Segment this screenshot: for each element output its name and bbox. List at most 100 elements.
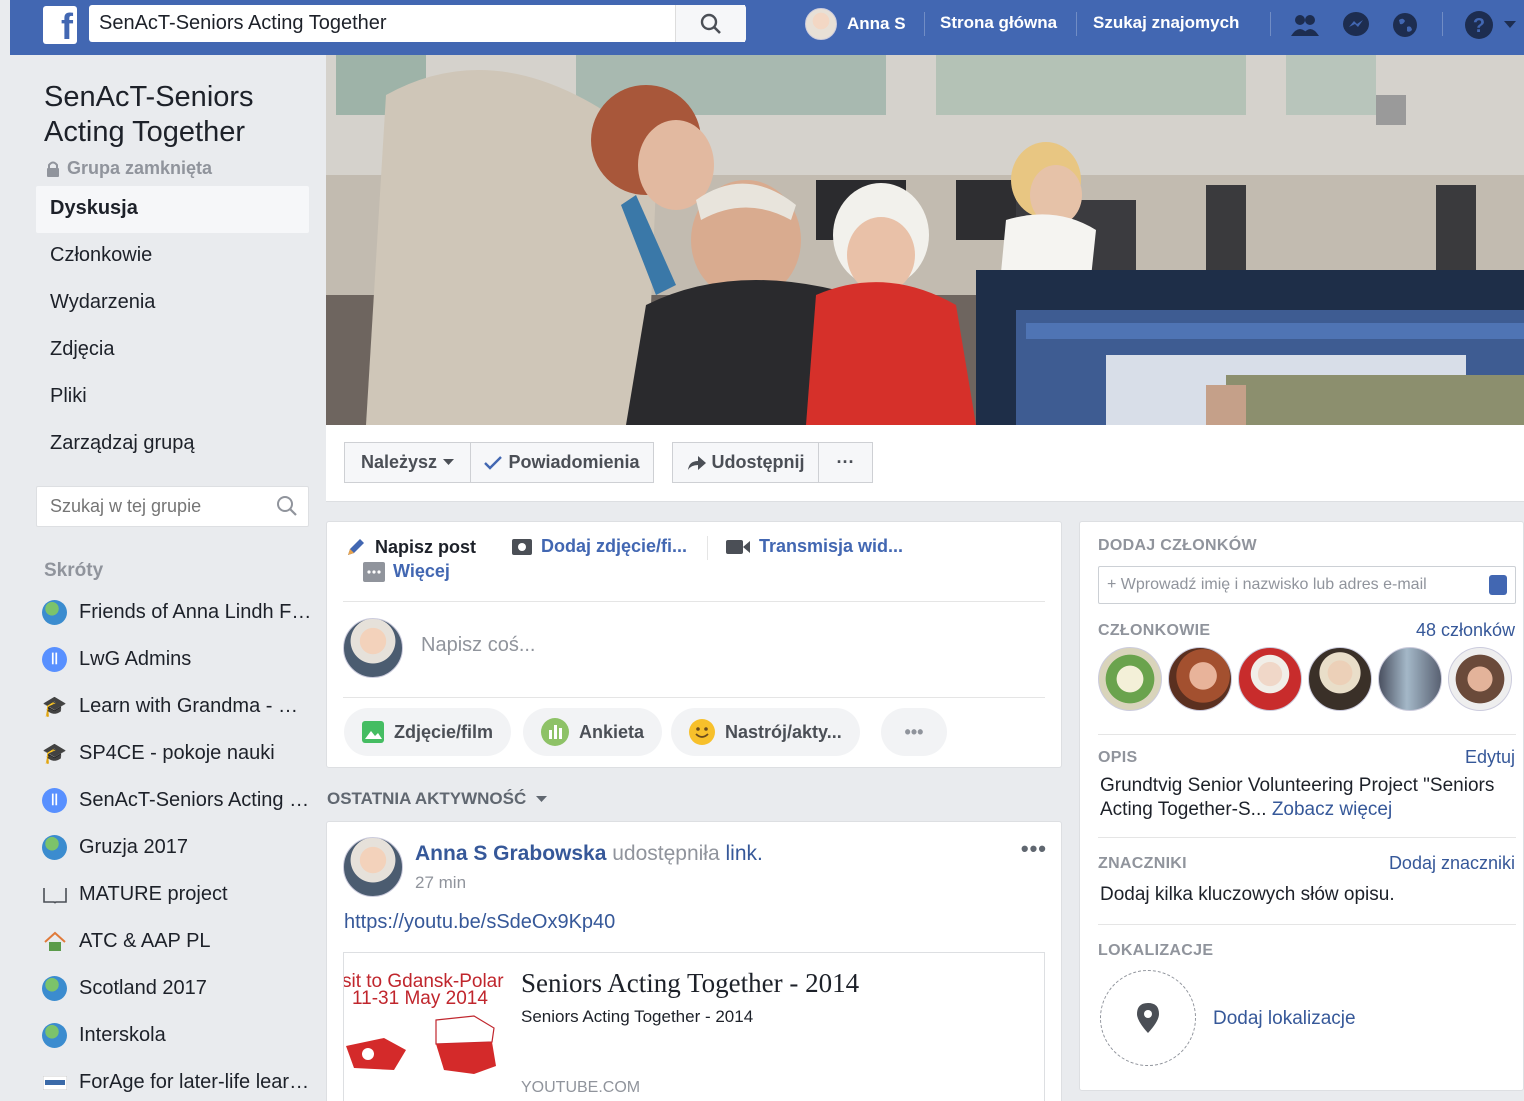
group-icon: ꟾꟾ [42,788,67,813]
member-avatars [1098,647,1512,711]
write-post-label: Napisz post [375,536,477,557]
avatar[interactable] [1098,647,1162,711]
user-name: Anna S [847,14,906,33]
graduation-cap-icon: 🎓 [42,743,67,765]
post-action: udostępniła [612,842,720,865]
photo-video-button[interactable]: Zdjęcie/film [344,708,512,756]
shortcut-label: SenAcT-Seniors Acting … [79,789,310,811]
link-preview-card[interactable]: sit to Gdansk-Polar 11-31 May 2014 Senio… [343,952,1045,1101]
avatar[interactable] [1168,647,1232,711]
add-location-link[interactable]: Dodaj lokalizacje [1213,1008,1356,1030]
globe-icon [42,835,67,860]
recent-activity-label: OSTATNIA AKTYWNOŚĆ [327,789,527,808]
notifications-button[interactable]: Powiadomienia [470,442,654,483]
post-timestamp[interactable]: 27 min [415,873,466,893]
group-search-input[interactable] [37,487,257,525]
notifications-label: Powiadomienia [508,452,640,472]
book-icon [42,882,67,907]
avatar[interactable] [343,837,403,897]
divider [1098,924,1516,925]
shortcut-item[interactable]: ATC & AAP PL [42,918,312,965]
see-more-link[interactable]: Zobacz więcej [1272,799,1392,820]
search-box[interactable] [89,5,745,42]
write-post-tab[interactable]: Napisz post [345,536,476,558]
avatar[interactable] [1238,647,1302,711]
nav-discussion[interactable]: Dyskusja [36,186,309,233]
post-options-button[interactable]: ••• [1021,836,1047,862]
nav-files[interactable]: Pliki [36,374,309,421]
avatar[interactable] [1378,647,1442,711]
live-video-tab[interactable]: Transmisja wid... [725,536,903,557]
divider [1098,837,1516,838]
divider [343,601,1045,602]
shortcut-item[interactable]: MATURE project [42,871,312,918]
shortcut-item[interactable]: ꟾꟾ SenAcT-Seniors Acting … [42,777,312,824]
composer-input[interactable]: Napisz coś... [421,634,535,657]
post-author[interactable]: Anna S Grabowska [415,842,606,865]
notifications-globe-icon[interactable] [1390,10,1420,40]
shortcut-item[interactable]: 🎓 Learn with Grandma - … [42,683,312,730]
add-members-input[interactable]: + Wprowadź imię i nazwisko lub adres e-m… [1098,566,1516,604]
avatar[interactable] [1308,647,1372,711]
shortcut-label: LwG Admins [79,648,192,670]
group-search[interactable] [36,486,309,527]
home-link[interactable]: Strona główna [940,13,1057,33]
membership-button[interactable]: Należysz [344,442,471,483]
messenger-icon[interactable] [1341,10,1371,40]
avatar[interactable] [343,618,403,678]
shortcut-item[interactable]: 🎓 SP4CE - pokoje nauki [42,730,312,777]
shortcut-item[interactable]: ForAge for later-life lear… [42,1059,312,1101]
friends-icon[interactable] [1290,10,1320,40]
group-info-panel: DODAJ CZŁONKÓW + Wprowadź imię i nazwisk… [1079,521,1524,1091]
chevron-down-icon[interactable] [1500,10,1520,40]
nav-events[interactable]: Wydarzenia [36,280,309,327]
cover-photo[interactable] [326,55,1524,425]
link-title: Seniors Acting Together - 2014 [521,968,860,998]
edit-description-link[interactable]: Edytuj [1465,747,1515,768]
members-count-link[interactable]: 48 członków [1416,620,1515,641]
flags-image [346,1015,496,1074]
share-button[interactable]: Udostępnij [672,442,820,483]
search-icon[interactable] [276,495,298,517]
find-friends-link[interactable]: Szukaj znajomych [1093,13,1239,33]
post-url-link[interactable]: https://youtu.be/sSdeOx9Kp40 [344,911,615,934]
divider [1098,734,1516,735]
lock-icon [47,161,59,177]
recent-activity-sort[interactable]: OSTATNIA AKTYWNOŚĆ [327,789,548,809]
more-actions-button[interactable]: ··· [818,442,873,483]
shortcut-label: Interskola [79,1024,166,1046]
shortcut-label: Learn with Grandma - … [79,695,298,717]
search-icon [700,13,721,34]
photo-icon [362,721,384,743]
shortcut-item[interactable]: ꟾꟾ LwG Admins [42,636,312,683]
help-icon[interactable]: ? [1464,10,1494,40]
share-arrow-icon [687,455,706,470]
smiley-icon [689,719,715,745]
profile-link[interactable]: Anna S [805,8,906,40]
pencil-icon [348,539,364,555]
facebook-logo[interactable]: f [43,6,77,47]
add-tags-link[interactable]: Dodaj znaczniki [1389,853,1515,874]
shortcut-label: SP4CE - pokoje nauki [79,742,275,764]
nav-members[interactable]: Członkowie [36,233,309,280]
compose-icon[interactable] [1489,575,1507,595]
search-input[interactable] [89,5,649,42]
post-object-link[interactable]: link. [726,842,763,865]
add-photo-tab[interactable]: Dodaj zdjęcie/fi... [511,536,687,557]
more-tab[interactable]: Więcej [363,561,450,582]
poll-button[interactable]: Ankieta [523,708,663,756]
more-options-button[interactable]: ••• [881,708,947,756]
shortcut-item[interactable]: Gruzja 2017 [42,824,312,871]
avatar[interactable] [1448,647,1512,711]
shortcut-item[interactable]: Scotland 2017 [42,965,312,1012]
add-location-button[interactable] [1100,970,1196,1066]
nav-photos[interactable]: Zdjęcia [36,327,309,374]
shortcut-item[interactable]: Interskola [42,1012,312,1059]
divider [1076,12,1077,36]
divider [707,536,708,560]
shortcut-item[interactable]: Friends of Anna Lindh F… [42,589,312,636]
group-title[interactable]: SenAcT-Seniors Acting Together [44,80,294,150]
feeling-activity-button[interactable]: Nastrój/akty... [671,708,860,756]
search-button[interactable] [675,5,746,42]
nav-manage-group[interactable]: Zarządzaj grupą [36,421,309,468]
